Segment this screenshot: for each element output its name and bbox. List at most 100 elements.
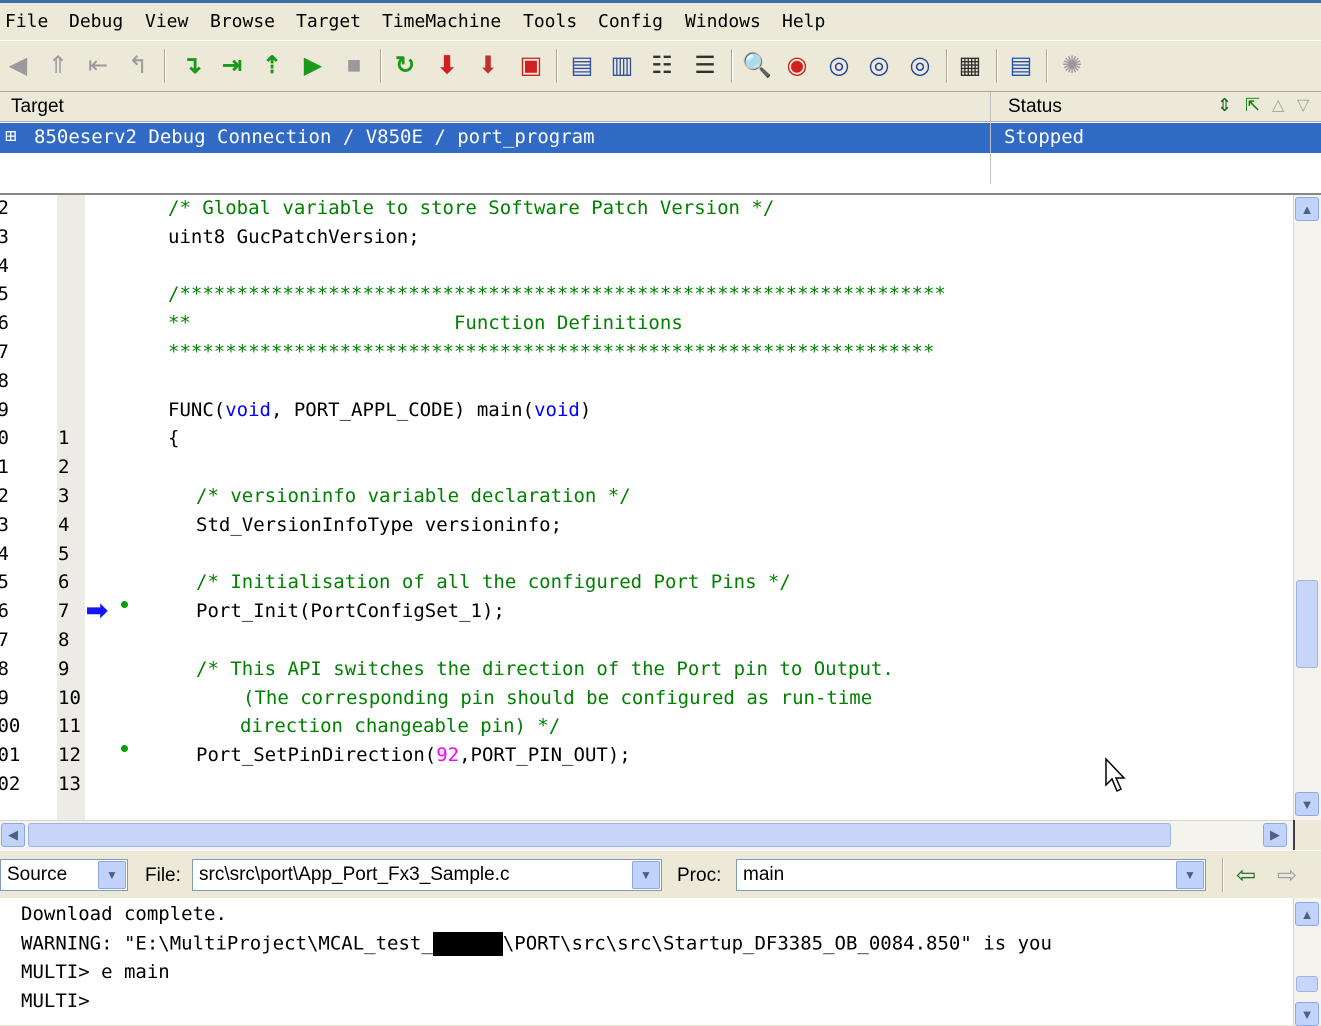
chevron-down-icon[interactable]: ▼ (98, 861, 126, 889)
download-icon[interactable]: ⬇ (431, 49, 463, 83)
code-token: ) (579, 398, 592, 421)
code-line[interactable]: uint8 GucPatchVersion; (168, 226, 420, 248)
scroll-down-icon[interactable]: ▼ (1295, 1002, 1319, 1026)
scroll-thumb[interactable] (1296, 976, 1318, 992)
command-console[interactable]: Download complete. WARNING: "E:\MultiPro… (0, 898, 1293, 1025)
trace-icon[interactable]: ✺ (1056, 49, 1088, 83)
jump-top-icon[interactable]: ⇱ (1245, 95, 1260, 116)
up-stack-icon[interactable]: ⇑ (42, 49, 74, 83)
source-pane[interactable]: 8 2 /* Global variable to store Software P… (0, 195, 1293, 820)
source-navigation-bar: Source ▼ File: src\src\port\App_Port_Fx3… (0, 850, 1321, 898)
menu-timemachine[interactable]: TimeMachine (382, 11, 501, 32)
menu-debug[interactable]: Debug (69, 11, 123, 32)
code-line[interactable]: FUNC(void, PORT_APPL_CODE) main(void) (168, 399, 591, 421)
step-out-icon[interactable]: ⇡ (256, 49, 288, 83)
notes-icon[interactable]: ▤ (1005, 49, 1037, 83)
proc-select[interactable]: main ▼ (736, 859, 1206, 891)
navigate-back-icon[interactable]: ⇦ (1236, 861, 1256, 890)
menu-target[interactable]: Target (296, 11, 361, 32)
breakpoint-dot-icon[interactable] (121, 601, 128, 608)
return-icon[interactable]: ↰ (122, 49, 154, 83)
console-prompt[interactable]: MULTI> (21, 990, 90, 1012)
code-line[interactable]: Port_SetPinDirection(92,PORT_PIN_OUT); (196, 744, 631, 766)
menu-help[interactable]: Help (782, 11, 825, 32)
symbols-icon[interactable]: ▦ (954, 49, 986, 83)
breakpoint-list-icon[interactable]: ☷ (646, 49, 678, 83)
code-line[interactable]: /* versioninfo variable declaration */ (196, 485, 631, 507)
code-line[interactable]: /* Global variable to store Software Pat… (168, 197, 774, 219)
registers-icon[interactable]: ◎ (863, 49, 895, 83)
move-down-icon[interactable]: ▽ (1297, 95, 1309, 115)
halt-icon[interactable]: ■ (338, 49, 370, 83)
scroll-corner (1293, 820, 1321, 850)
code-line[interactable]: { (168, 427, 179, 449)
source-horizontal-scrollbar[interactable]: ◀ ▶ (0, 820, 1293, 850)
step-over-icon[interactable]: ⇥ (216, 49, 248, 83)
target-row[interactable]: ⊞ 850eserv2 Debug Connection / V850E / p… (0, 123, 1321, 153)
menu-tools[interactable]: Tools (523, 11, 577, 32)
redaction-box (432, 932, 503, 956)
column-header-status[interactable]: Status (1008, 96, 1062, 118)
navigate-forward-icon[interactable]: ⇨ (1277, 861, 1297, 890)
breakpoint-dot-icon[interactable] (121, 745, 128, 752)
back-icon[interactable]: ◀ (2, 49, 34, 83)
scroll-up-icon[interactable]: ▲ (1295, 902, 1319, 926)
line-number: 99 (0, 686, 9, 709)
source-vertical-scrollbar[interactable]: ▲ ▼ (1293, 195, 1321, 820)
assembly-view-icon[interactable]: ▥ (606, 49, 638, 83)
code-line[interactable]: direction changeable pin) */ (240, 715, 560, 737)
memory-icon[interactable]: ◎ (823, 49, 855, 83)
code-line[interactable]: Port_Init(PortConfigSet_1); (196, 600, 505, 622)
scroll-right-icon[interactable]: ▶ (1263, 823, 1287, 847)
mouse-cursor-icon (1105, 757, 1126, 793)
file-value: src\src\port\App_Port_Fx3_Sample.c (199, 864, 510, 885)
scroll-up-icon[interactable]: ▲ (1295, 197, 1319, 221)
code-line[interactable]: /* This API switches the direction of th… (196, 658, 894, 680)
stack-icon[interactable]: ◉ (781, 49, 813, 83)
code-token: , PORT_APPL_CODE) main( (270, 398, 535, 421)
reset-icon[interactable]: ▣ (515, 49, 547, 83)
code-line[interactable]: Std_VersionInfoType versioninfo; (196, 514, 562, 536)
chevron-down-icon[interactable]: ▼ (1176, 861, 1204, 889)
expand-icon[interactable]: ⊞ (5, 125, 16, 147)
restart-icon[interactable]: ↻ (389, 49, 421, 83)
code-line[interactable]: /***************************************… (168, 283, 946, 305)
source-view-icon[interactable]: ▤ (566, 49, 598, 83)
menu-windows[interactable]: Windows (685, 11, 761, 32)
line-number: 94 (0, 542, 9, 565)
run-icon[interactable]: ▶ (297, 49, 329, 83)
code-line[interactable]: (The corresponding pin should be configu… (243, 687, 872, 709)
chevron-down-icon[interactable]: ▼ (632, 861, 660, 889)
move-target-icon[interactable]: ⇕ (1217, 95, 1232, 116)
console-vertical-scrollbar[interactable]: ▲ ▼ (1293, 898, 1321, 1026)
flash-icon[interactable]: ⬇ (472, 49, 504, 83)
info-icon[interactable]: ◎ (904, 49, 936, 83)
column-header-target[interactable]: Target (11, 96, 64, 118)
statement-number: 2 (58, 456, 70, 479)
toolbar-separator (380, 49, 382, 83)
menu-browse[interactable]: Browse (210, 11, 275, 32)
step-into-icon[interactable]: ↴ (176, 49, 208, 83)
scroll-thumb[interactable] (28, 823, 1171, 847)
code-line[interactable]: /* Initialisation of all the configured … (196, 571, 791, 593)
view-mode-select[interactable]: Source ▼ (0, 859, 128, 891)
back-to-pc-icon[interactable]: ⇤ (82, 49, 114, 83)
code-line[interactable]: ****************************************… (168, 341, 934, 363)
menu-view[interactable]: View (145, 11, 188, 32)
line-number: 102 (0, 773, 21, 795)
toolbar-separator (731, 49, 733, 83)
register-list-icon[interactable]: ☰ (689, 49, 721, 83)
inspect-icon[interactable]: 🔍 (741, 49, 773, 83)
code-line[interactable]: ** Function Definitions (168, 312, 683, 334)
move-up-icon[interactable]: △ (1272, 95, 1284, 115)
file-select[interactable]: src\src\port\App_Port_Fx3_Sample.c ▼ (192, 859, 662, 891)
statement-number: 1 (58, 427, 70, 450)
scroll-down-icon[interactable]: ▼ (1295, 792, 1319, 816)
scroll-thumb[interactable] (1296, 580, 1318, 668)
line-number: 92 (0, 485, 9, 507)
line-number: 100 (0, 715, 21, 738)
statement-number: 8 (58, 629, 70, 651)
scroll-left-icon[interactable]: ◀ (1, 823, 25, 847)
menu-file[interactable]: File (5, 11, 48, 32)
menu-config[interactable]: Config (598, 11, 663, 32)
